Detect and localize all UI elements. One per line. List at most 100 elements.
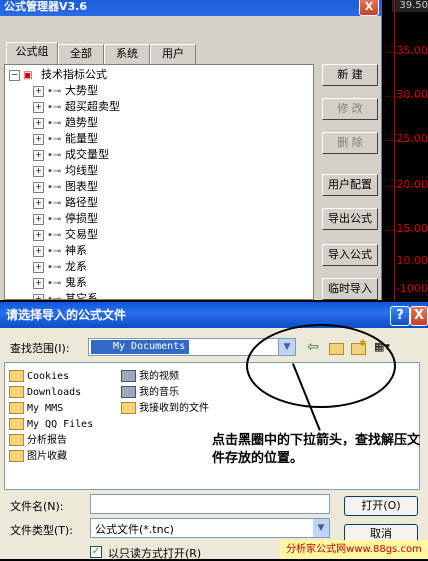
file-item[interactable]: 我接收到的文件 [121, 401, 209, 417]
tree-item-label: 超买超卖型 [65, 100, 120, 113]
file-item[interactable]: 我的音乐 [121, 385, 179, 401]
tree-item[interactable]: +•⊸趋势型 [33, 115, 98, 131]
tree-item-label: 趋势型 [65, 116, 98, 129]
tree-item[interactable]: +•⊸龙系 [33, 259, 87, 275]
close-button[interactable]: X [359, 0, 379, 16]
delete-button[interactable]: 删 除 [322, 132, 378, 154]
axis-tick-label: 25.00 [397, 132, 428, 145]
file-item-label: My MMS [27, 403, 63, 414]
file-item-label: 我的音乐 [139, 387, 179, 398]
tree-item[interactable]: +•⊸交易型 [33, 227, 98, 243]
window-title: 公式管理器V3.6 [0, 0, 382, 16]
key-icon: •⊸ [47, 180, 65, 196]
file-item[interactable]: 分析报告 [9, 433, 67, 449]
tree-item-label: 神系 [65, 244, 87, 257]
tree-item[interactable]: +•⊸神系 [33, 243, 87, 259]
tree-item[interactable]: +•⊸成交量型 [33, 147, 109, 163]
key-icon: •⊸ [47, 292, 65, 300]
folder-icon [9, 434, 24, 446]
temp-import-button[interactable]: 临时导入 [322, 278, 378, 300]
folder-icon [9, 402, 24, 414]
expand-icon[interactable]: + [33, 214, 44, 225]
chevron-down-icon[interactable]: ▼ [313, 519, 329, 537]
tree-item-label: 大势型 [65, 84, 98, 97]
key-icon: •⊸ [47, 196, 65, 212]
axis-tick-label: 10.00 [397, 254, 428, 267]
edit-button[interactable]: 修 改 [322, 98, 378, 120]
file-item-label: 我接收到的文件 [139, 403, 209, 414]
file-item-label: Cookies [27, 371, 69, 382]
media-folder-icon [121, 370, 136, 382]
tab-formula-group[interactable]: 公式组 [6, 42, 58, 64]
file-item[interactable]: 图片收藏 [9, 449, 67, 465]
file-item[interactable]: 我的视频 [121, 369, 179, 385]
readonly-checkbox[interactable]: ✓ [90, 546, 102, 558]
filetype-dropdown[interactable]: 公式文件(*.tnc) ▼ [90, 518, 330, 538]
watermark: 分析家公式网www.88gs.com [280, 540, 428, 559]
file-item-label: 图片收藏 [27, 451, 67, 462]
tree-item-label: 交易型 [65, 228, 98, 241]
folder-icon [121, 402, 136, 414]
tree-item[interactable]: +•⊸均线型 [33, 163, 98, 179]
chart-axis-line [394, 0, 395, 300]
tree-item-label: 其它系 [65, 292, 98, 300]
expand-icon[interactable]: + [33, 182, 44, 193]
close-button[interactable]: X [410, 306, 428, 326]
expand-icon[interactable]: + [33, 278, 44, 289]
folder-icon [9, 386, 24, 398]
tree-item[interactable]: +•⊸鬼系 [33, 275, 87, 291]
file-item[interactable]: Downloads [9, 385, 81, 401]
file-item[interactable]: My MMS [9, 401, 63, 417]
key-icon: •⊸ [47, 260, 65, 276]
open-button[interactable]: 打开(O) [344, 496, 418, 516]
filetype-label: 文件类型(T): [10, 522, 73, 538]
collapse-icon[interactable]: − [9, 70, 20, 81]
file-item[interactable]: Cookies [9, 369, 69, 385]
expand-icon[interactable]: + [33, 198, 44, 209]
key-icon: •⊸ [47, 276, 65, 292]
expand-icon[interactable]: + [33, 294, 44, 301]
key-icon: •⊸ [47, 132, 65, 148]
expand-icon[interactable]: + [33, 118, 44, 129]
expand-icon[interactable]: + [33, 150, 44, 161]
filename-input[interactable] [90, 494, 330, 514]
key-icon: •⊸ [47, 164, 65, 180]
help-button[interactable]: ? [390, 306, 410, 326]
expand-icon[interactable]: + [33, 230, 44, 241]
tree-item[interactable]: +•⊸超买超卖型 [33, 99, 120, 115]
tree-item-label: 能量型 [65, 132, 98, 145]
tree-item[interactable]: +•⊸路径型 [33, 195, 98, 211]
tab-system[interactable]: 系统 [104, 44, 150, 64]
expand-icon[interactable]: + [33, 246, 44, 257]
filetype-value: 公式文件(*.tnc) [95, 521, 174, 537]
tab-user[interactable]: 用户 [150, 44, 196, 64]
tree-item-label: 鬼系 [65, 276, 87, 289]
file-item[interactable]: My QQ Files [9, 417, 93, 433]
axis-tick-label: 15.00 [397, 222, 428, 235]
tree-item[interactable]: +•⊸图表型 [33, 179, 98, 195]
user-config-button[interactable]: 用户配置 [322, 174, 378, 196]
tree-root[interactable]: −▣技术指标公式 [9, 67, 107, 83]
export-formula-button[interactable]: 导出公式 [322, 208, 378, 230]
expand-icon[interactable]: + [33, 262, 44, 273]
axis-tick-label: 35.00 [397, 44, 428, 57]
axis-tick-label: 30.00 [397, 88, 428, 101]
tree-item-label: 均线型 [65, 164, 98, 177]
expand-icon[interactable]: + [33, 86, 44, 97]
formula-book-icon: ▣ [23, 68, 41, 84]
key-icon: •⊸ [47, 148, 65, 164]
tree-item[interactable]: +•⊸停损型 [33, 211, 98, 227]
callout-text: 点击黑圈中的下拉箭头，查找解压文件存放的位置。 [212, 432, 424, 468]
file-item-label: 分析报告 [27, 435, 67, 446]
formula-tree[interactable]: −▣技术指标公式 +•⊸大势型+•⊸超买超卖型+•⊸趋势型+•⊸能量型+•⊸成交… [4, 64, 314, 300]
tab-all[interactable]: 全部 [58, 44, 104, 64]
tree-item[interactable]: +•⊸其它系 [33, 291, 98, 300]
expand-icon[interactable]: + [33, 166, 44, 177]
import-formula-button[interactable]: 导入公式 [322, 244, 378, 266]
expand-icon[interactable]: + [33, 102, 44, 113]
filename-label: 文件名(N): [10, 498, 64, 514]
tree-item[interactable]: +•⊸大势型 [33, 83, 98, 99]
expand-icon[interactable]: + [33, 134, 44, 145]
tree-item[interactable]: +•⊸能量型 [33, 131, 98, 147]
new-button[interactable]: 新 建 [322, 64, 378, 86]
